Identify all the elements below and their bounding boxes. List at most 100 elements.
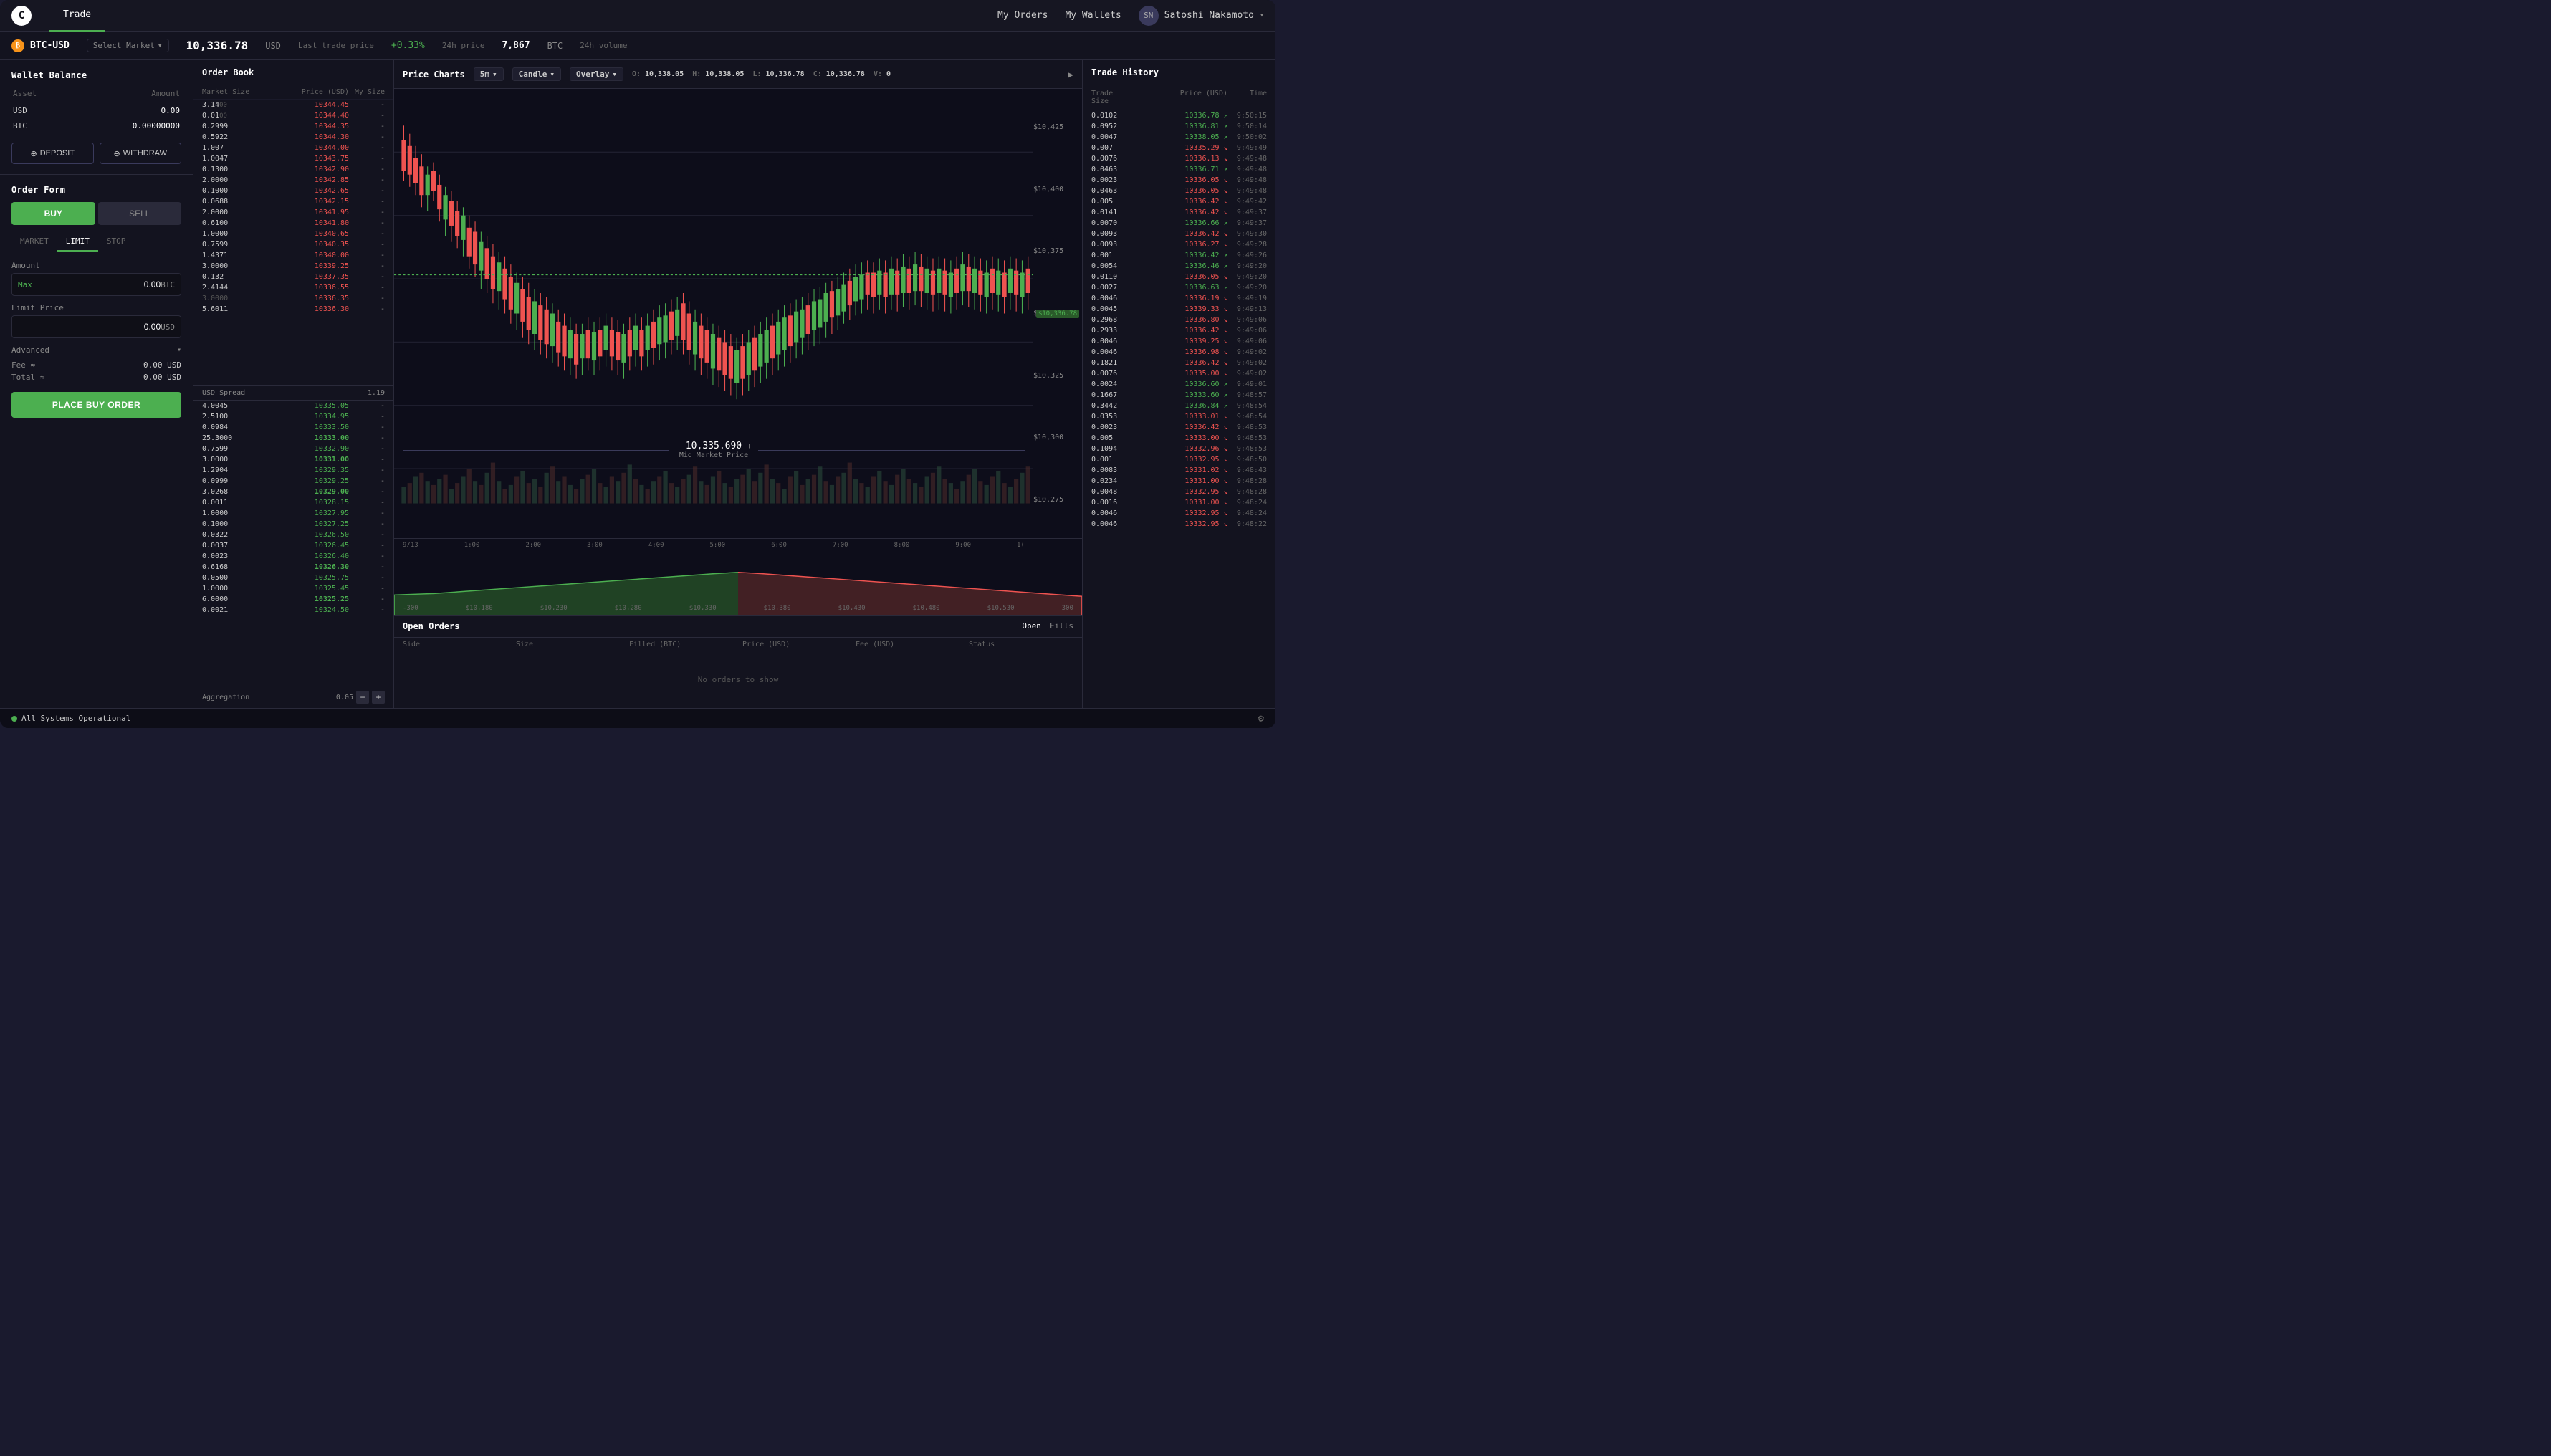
asset-btc: BTC [13, 119, 68, 133]
fills-tab[interactable]: Fills [1050, 621, 1073, 631]
timeframe-select[interactable]: 5m ▾ [474, 67, 504, 81]
table-row: 2.510010334.95- [193, 411, 393, 422]
open-orders-title: Open Orders [403, 621, 459, 631]
status-dot-green [11, 716, 17, 722]
change-label: 24h price [442, 41, 485, 50]
settings-icon[interactable]: ⚙ [1258, 713, 1264, 724]
buy-button[interactable]: BUY [11, 202, 95, 225]
trade-price: 10336.81 ↗ [1131, 123, 1227, 130]
volume-24h: 7,867 [502, 40, 530, 51]
limit-tab[interactable]: LIMIT [57, 232, 98, 252]
sell-button[interactable]: SELL [98, 202, 182, 225]
price-usd-col: Price (USD) [1131, 90, 1227, 105]
nav-tab-trade[interactable]: Trade [49, 0, 105, 32]
wallet-balance-title: Wallet Balance [11, 70, 181, 80]
trade-time: 9:49:06 [1227, 337, 1267, 345]
chart-type-select[interactable]: Candle ▾ [512, 67, 561, 81]
trade-price: 10332.95 ↘ [1131, 520, 1227, 528]
table-row: 2.000010342.85- [193, 175, 393, 186]
table-row: 0.1667 10333.60 ↗ 9:48:57 [1083, 390, 1276, 401]
open-tab[interactable]: Open [1022, 621, 1041, 631]
filled-btc-col: Filled (BTC) [629, 641, 734, 648]
fee-value: 0.00 USD [143, 360, 181, 370]
chart-play-icon[interactable]: ▶ [1068, 70, 1073, 80]
table-row: 0.0024 10336.60 ↗ 9:49:01 [1083, 379, 1276, 390]
ohlcv-h: H: 10,338.05 [692, 70, 744, 78]
side-col: Side [403, 641, 507, 648]
table-row: 0.0952 10336.81 ↗ 9:50:14 [1083, 121, 1276, 132]
table-row: 1.00710344.00- [193, 143, 393, 153]
trade-price: 10336.46 ↗ [1131, 262, 1227, 270]
chevron-down-icon: ▾ [550, 70, 555, 79]
trade-time: 9:48:22 [1227, 520, 1267, 528]
table-row: 2.414410336.55- [193, 282, 393, 293]
limit-price-currency: USD [161, 322, 175, 332]
table-row: 1.000010325.45- [193, 583, 393, 594]
agg-minus-button[interactable]: − [356, 691, 369, 704]
table-row: 1.000010340.65- [193, 229, 393, 239]
overlay-select[interactable]: Overlay ▾ [570, 67, 623, 81]
trade-size: 0.0046 [1091, 520, 1131, 528]
my-size-col: My Size [349, 88, 385, 96]
table-row: 0.0054 10336.46 ↗ 9:49:20 [1083, 261, 1276, 272]
chart-canvas[interactable]: $10,425 $10,400 $10,375 $10,350 $10,336.… [394, 89, 1082, 538]
main-layout: Wallet Balance Asset Amount USD 0.00 [0, 60, 1276, 708]
last-price-label: Last trade price [298, 41, 374, 50]
table-row: 0.002310326.40- [193, 551, 393, 562]
market-tab[interactable]: MARKET [11, 232, 57, 252]
trade-size: 0.0463 [1091, 187, 1131, 195]
table-row: 0.0353 10333.01 ↘ 9:48:54 [1083, 411, 1276, 422]
deposit-button[interactable]: ⊕ DEPOSIT [11, 143, 94, 164]
table-row: 0.1094 10332.96 ↘ 9:48:53 [1083, 444, 1276, 454]
candlestick-svg [394, 89, 1033, 538]
trade-time: 9:48:54 [1227, 413, 1267, 421]
left-panel: Wallet Balance Asset Amount USD 0.00 [0, 60, 193, 708]
place-order-button[interactable]: PLACE BUY ORDER [11, 392, 181, 418]
app-logo[interactable]: C [11, 6, 32, 26]
trade-time: 9:49:37 [1227, 219, 1267, 227]
trade-price: 10338.05 ↗ [1131, 133, 1227, 141]
ohlcv-v: V: 0 [874, 70, 891, 78]
ohlcv-display: O: 10,338.05 H: 10,338.05 L: 10,336.78 C… [632, 70, 1060, 78]
ohlcv-c: C: 10,336.78 [813, 70, 865, 78]
stop-tab[interactable]: STOP [98, 232, 135, 252]
market-select[interactable]: Select Market ▾ [87, 39, 169, 52]
advanced-row: Advanced ▾ [11, 345, 181, 355]
table-row: 0.100010342.65- [193, 186, 393, 196]
price-level: $10,300 [1033, 434, 1076, 441]
status-text: All Systems Operational [21, 714, 130, 723]
withdraw-button[interactable]: ⊖ WITHDRAW [100, 143, 182, 164]
user-menu[interactable]: SN Satoshi Nakamoto ▾ [1139, 6, 1264, 26]
table-row: 0.0023 10336.42 ↘ 9:48:53 [1083, 422, 1276, 433]
limit-price-input[interactable] [18, 322, 161, 332]
total-row: Total ≈ 0.00 USD [11, 373, 181, 382]
aggregation-row: Aggregation 0.05 − + [193, 686, 393, 708]
trade-time: 9:48:54 [1227, 402, 1267, 410]
price-usd-col: Price (USD) [742, 641, 847, 648]
agg-plus-button[interactable]: + [372, 691, 385, 704]
pair-name: BTC-USD [30, 40, 70, 51]
table-row: 0.616810326.30- [193, 562, 393, 573]
trade-price: 10336.19 ↘ [1131, 294, 1227, 302]
trade-size: 0.1667 [1091, 391, 1131, 399]
trade-price: 10336.27 ↘ [1131, 241, 1227, 249]
my-orders-link[interactable]: My Orders [997, 10, 1048, 21]
trade-price: 10336.13 ↘ [1131, 155, 1227, 163]
table-row: 0.050010325.75- [193, 573, 393, 583]
trade-price: 10332.95 ↘ [1131, 488, 1227, 496]
my-wallets-link[interactable]: My Wallets [1065, 10, 1121, 21]
table-row: 0.0083 10331.02 ↘ 9:48:43 [1083, 465, 1276, 476]
ticker-bar: ₿ BTC-USD Select Market ▾ 10,336.78 USD … [0, 32, 1276, 60]
trade-size: 0.0023 [1091, 176, 1131, 184]
table-row: 6.000010325.25- [193, 594, 393, 605]
trade-size: 0.0046 [1091, 348, 1131, 356]
system-status: All Systems Operational [11, 714, 130, 723]
trade-time: 9:49:02 [1227, 348, 1267, 356]
trade-price: 10331.00 ↘ [1131, 477, 1227, 485]
table-row: 0.0141 10336.42 ↘ 9:49:37 [1083, 207, 1276, 218]
trade-price: 10331.00 ↘ [1131, 499, 1227, 507]
price-change-24h: +0.33% [391, 40, 425, 51]
table-row: 0.0047 10338.05 ↗ 9:50:02 [1083, 132, 1276, 143]
max-label[interactable]: Max [18, 280, 32, 289]
amount-input[interactable] [32, 279, 161, 289]
